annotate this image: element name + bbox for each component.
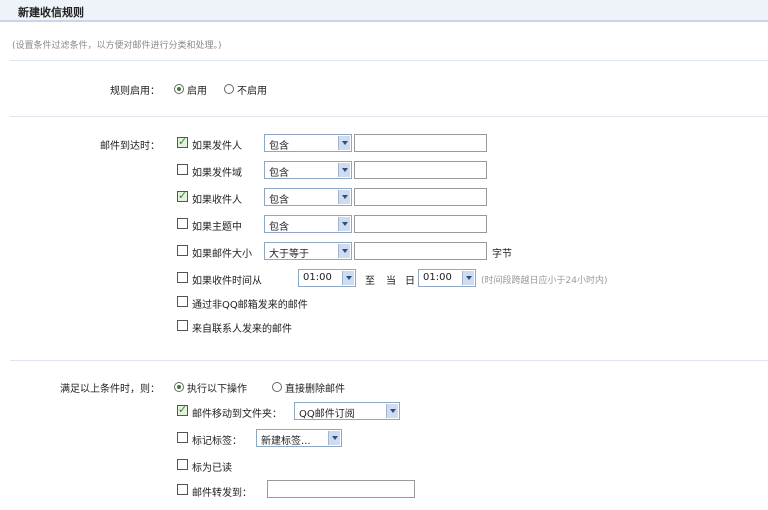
cond-sender-input[interactable] (354, 134, 487, 152)
chevron-down-icon (338, 136, 350, 150)
select-value: 01:00 (423, 272, 452, 283)
action-radio-execute[interactable] (174, 382, 184, 392)
cond-size-label: 如果邮件大小 (192, 249, 252, 260)
cond-domain-checkbox[interactable] (177, 164, 188, 175)
action-tag-select[interactable]: 新建标签... (256, 429, 342, 447)
page-description: (设置条件过滤条件，以方便对邮件进行分类和处理。) (12, 41, 222, 51)
cond-recipient-op-select[interactable]: 包含 (264, 188, 352, 206)
action-forward-input[interactable] (267, 480, 415, 498)
enable-option-on-label: 启用 (187, 86, 207, 97)
select-value: 包含 (269, 141, 289, 152)
action-tag-label: 标记标签： (192, 436, 242, 447)
cond-sender-checkbox[interactable] (177, 135, 188, 148)
action-tag-checkbox[interactable] (177, 432, 188, 443)
page-header: 新建收信规则 (0, 0, 768, 22)
cond-subject-input[interactable] (354, 215, 487, 233)
action-read-label: 标为已读 (192, 463, 232, 474)
chevron-down-icon (342, 271, 354, 285)
enable-label: 规则启用： (110, 86, 160, 97)
conditions-label: 邮件到达时： (100, 141, 160, 152)
cond-size-unit: 字节 (492, 249, 512, 260)
page-title: 新建收信规则 (18, 6, 84, 19)
action-move-checkbox[interactable] (177, 403, 188, 416)
divider (10, 360, 768, 361)
cond-sender-op-select[interactable]: 包含 (264, 134, 352, 152)
cond-domain-input[interactable] (354, 161, 487, 179)
select-value: 01:00 (303, 272, 332, 283)
cond-recipient-label: 如果收件人 (192, 195, 242, 206)
cond-contact-label: 来自联系人发来的邮件 (192, 324, 292, 335)
select-value: 包含 (269, 168, 289, 179)
enable-option-off-label: 不启用 (237, 86, 267, 97)
action-move-label: 邮件移动到文件夹： (192, 409, 282, 420)
cond-non-qq-checkbox[interactable] (177, 296, 188, 307)
chevron-down-icon (328, 431, 340, 445)
select-value: 包含 (269, 222, 289, 233)
action-execute-label: 执行以下操作 (187, 384, 247, 395)
chevron-down-icon (338, 217, 350, 231)
divider (10, 60, 768, 61)
cond-domain-op-select[interactable]: 包含 (264, 161, 352, 179)
action-radio-delete[interactable] (272, 382, 282, 392)
divider (10, 116, 768, 117)
cond-time-day-suffix: 日 (405, 276, 415, 287)
cond-non-qq-label: 通过非QQ邮箱发来的邮件 (192, 300, 308, 311)
enable-radio-off[interactable] (224, 84, 234, 94)
cond-subject-checkbox[interactable] (177, 218, 188, 229)
action-forward-checkbox[interactable] (177, 484, 188, 495)
cond-time-hint: (时间段跨越日应小于24小时内) (481, 276, 608, 286)
chevron-down-icon (462, 271, 474, 285)
cond-time-label: 如果收件时间从 (192, 276, 262, 287)
cond-contact-checkbox[interactable] (177, 320, 188, 331)
chevron-down-icon (338, 163, 350, 177)
select-value: 包含 (269, 195, 289, 206)
cond-time-to-word: 至 (365, 276, 375, 287)
cond-subject-label: 如果主题中 (192, 222, 242, 233)
cond-sender-label: 如果发件人 (192, 141, 242, 152)
action-delete-label: 直接删除邮件 (285, 384, 345, 395)
action-move-folder-select[interactable]: QQ邮件订阅 (294, 402, 400, 420)
cond-time-checkbox[interactable] (177, 272, 188, 283)
action-forward-label: 邮件转发到： (192, 488, 252, 499)
select-value: 新建标签... (261, 436, 311, 447)
action-read-checkbox[interactable] (177, 459, 188, 470)
select-value: QQ邮件订阅 (299, 409, 355, 420)
chevron-down-icon (338, 190, 350, 204)
cond-subject-op-select[interactable]: 包含 (264, 215, 352, 233)
cond-recipient-input[interactable] (354, 188, 487, 206)
cond-size-op-select[interactable]: 大于等于 (264, 242, 352, 260)
cond-time-day-word: 当 (386, 276, 396, 287)
chevron-down-icon (386, 404, 398, 418)
chevron-down-icon (338, 244, 350, 258)
actions-label: 满足以上条件时，则： (60, 384, 160, 395)
cond-time-to-select[interactable]: 01:00 (418, 269, 476, 287)
cond-size-checkbox[interactable] (177, 245, 188, 256)
cond-size-input[interactable] (354, 242, 487, 260)
cond-recipient-checkbox[interactable] (177, 189, 188, 202)
select-value: 大于等于 (269, 249, 309, 260)
cond-time-from-select[interactable]: 01:00 (298, 269, 356, 287)
cond-domain-label: 如果发件域 (192, 168, 242, 179)
enable-radio-on[interactable] (174, 84, 184, 94)
